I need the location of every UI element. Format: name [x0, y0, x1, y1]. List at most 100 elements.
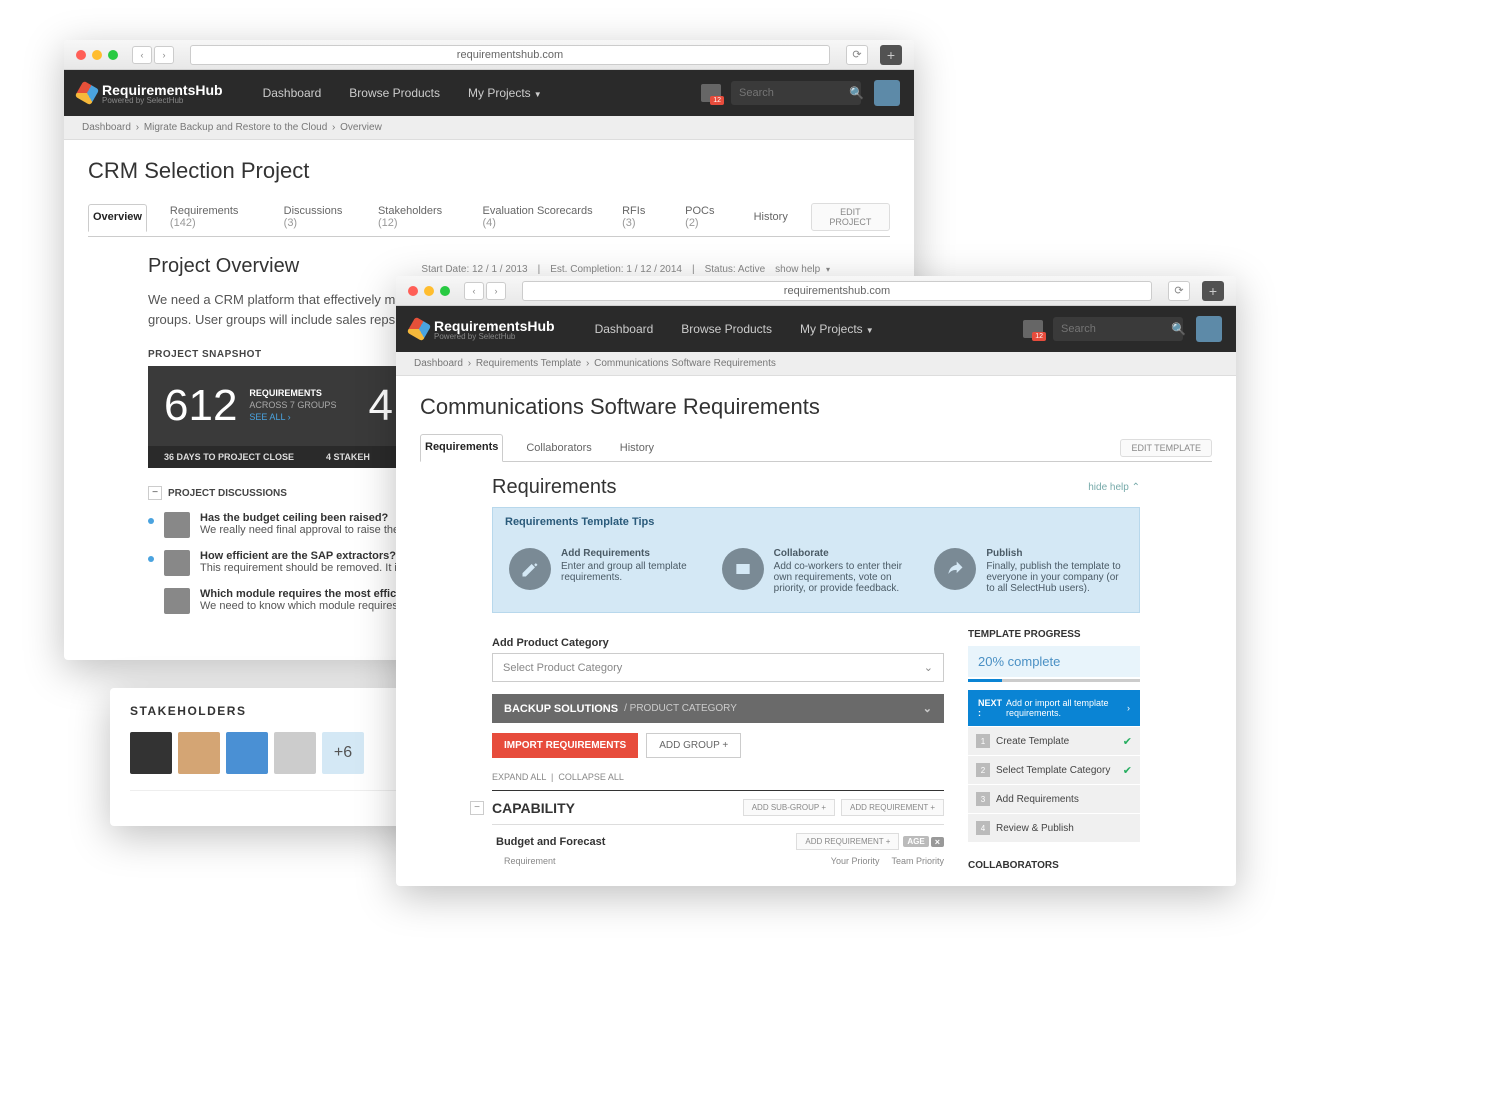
snap-caption-title: REQUIREMENTS — [249, 388, 336, 400]
hide-help-link[interactable]: hide help ⌃ — [1088, 482, 1140, 493]
import-requirements-button[interactable]: IMPORT REQUIREMENTS — [492, 733, 638, 758]
stakeholder-count: 4 STAKEH — [310, 446, 386, 468]
nav-browse[interactable]: Browse Products — [681, 322, 772, 336]
crumb-item[interactable]: Migrate Backup and Restore to the Cloud — [144, 122, 327, 133]
stakeholder-avatar[interactable] — [274, 732, 316, 774]
check-icon: ✔ — [1123, 764, 1132, 777]
nav-dashboard[interactable]: Dashboard — [263, 86, 322, 100]
forward-button[interactable]: › — [154, 46, 174, 64]
progress-step[interactable]: 4Review & Publish — [968, 813, 1140, 842]
progress-step[interactable]: 3Add Requirements — [968, 784, 1140, 813]
add-subgroup-button[interactable]: ADD SUB-GROUP + — [743, 799, 835, 816]
new-tab-button[interactable]: + — [1202, 281, 1224, 301]
add-group-button[interactable]: ADD GROUP + — [646, 733, 741, 758]
progress-step[interactable]: 1Create Template✔ — [968, 726, 1140, 755]
browser-chrome: ‹› requirementshub.com ⟳ + — [396, 276, 1236, 306]
refresh-button[interactable]: ⟳ — [1168, 281, 1190, 301]
category-select[interactable]: Select Product Category⌄ — [492, 653, 944, 682]
tip-title: Collaborate — [774, 548, 911, 559]
notification-badge: 12 — [710, 96, 724, 105]
edit-project-button[interactable]: EDIT PROJECT — [811, 203, 890, 231]
snap-caption-sub: ACROSS 7 GROUPS — [249, 400, 336, 412]
collapse-all-link[interactable]: COLLAPSE ALL — [558, 772, 624, 782]
edit-template-button[interactable]: EDIT TEMPLATE — [1120, 439, 1212, 457]
tab-stakeholders[interactable]: Stakeholders (12) — [373, 198, 460, 237]
stakeholders-title: STAKEHOLDERS — [130, 704, 428, 718]
tab-scorecards[interactable]: Evaluation Scorecards (4) — [478, 198, 600, 237]
share-icon — [934, 548, 976, 590]
tab-rfis[interactable]: RFIs (3) — [617, 198, 662, 237]
search-input[interactable] — [1053, 317, 1183, 341]
chevron-up-icon: ⌃ — [1132, 482, 1140, 493]
logo[interactable]: RequirementsHubPowered by SelectHub — [410, 318, 555, 341]
user-avatar[interactable] — [874, 80, 900, 106]
tab-collaborators[interactable]: Collaborators — [521, 435, 596, 462]
nav-dashboard[interactable]: Dashboard — [595, 322, 654, 336]
progress-step[interactable]: 2Select Template Category✔ — [968, 755, 1140, 784]
back-button[interactable]: ‹ — [464, 282, 484, 300]
collapse-toggle[interactable]: − — [148, 486, 162, 500]
header-nav: Dashboard Browse Products My Projects▼ — [263, 86, 542, 100]
tab-discussions[interactable]: Discussions (3) — [279, 198, 355, 237]
next-step-box[interactable]: NEXT :Add or import all template require… — [968, 690, 1140, 726]
crumb-item[interactable]: Dashboard — [82, 122, 131, 133]
unread-dot-icon — [148, 556, 154, 562]
chevron-down-icon: ▼ — [866, 326, 874, 335]
traffic-lights[interactable] — [408, 286, 450, 296]
collaborators-label: COLLABORATORS — [968, 860, 1140, 871]
days-to-close: 36 DAYS TO PROJECT CLOSE — [148, 446, 310, 468]
nav-projects[interactable]: My Projects▼ — [800, 322, 874, 336]
traffic-lights[interactable] — [76, 50, 118, 60]
tab-requirements[interactable]: Requirements (142) — [165, 198, 261, 237]
window-requirements-template: ‹› requirementshub.com ⟳ + RequirementsH… — [396, 276, 1236, 886]
category-bar[interactable]: BACKUP SOLUTIONS/ PRODUCT CATEGORY⌄ — [492, 694, 944, 723]
remove-icon[interactable]: × — [931, 837, 944, 847]
url-bar[interactable]: requirementshub.com — [190, 45, 830, 65]
header-nav: Dashboard Browse Products My Projects▼ — [595, 322, 874, 336]
tab-pocs[interactable]: POCs (2) — [680, 198, 730, 237]
more-stakeholders[interactable]: +6 — [322, 732, 364, 774]
back-button[interactable]: ‹ — [132, 46, 152, 64]
forward-button[interactable]: › — [486, 282, 506, 300]
crumb-item[interactable]: Requirements Template — [476, 358, 581, 369]
logo[interactable]: RequirementsHubPowered by SelectHub — [78, 82, 223, 105]
add-requirement-button[interactable]: ADD REQUIREMENT + — [796, 833, 899, 850]
edit-icon — [509, 548, 551, 590]
crumb-item[interactable]: Dashboard — [414, 358, 463, 369]
url-bar[interactable]: requirementshub.com — [522, 281, 1152, 301]
new-tab-button[interactable]: + — [880, 45, 902, 65]
stakeholder-avatar[interactable] — [178, 732, 220, 774]
tab-history[interactable]: History — [749, 204, 793, 231]
snap-count-2: 4 — [368, 381, 392, 431]
stakeholder-avatar[interactable] — [130, 732, 172, 774]
crumb-item: Overview — [340, 122, 382, 133]
check-icon: ✔ — [1123, 735, 1132, 748]
requirement-subgroup[interactable]: Budget and Forecast — [496, 836, 605, 848]
refresh-button[interactable]: ⟳ — [846, 45, 868, 65]
requirement-columns: RequirementYour PriorityTeam Priority — [492, 854, 944, 868]
divider — [130, 790, 428, 791]
tab-requirements[interactable]: Requirements — [420, 434, 503, 462]
nav-projects[interactable]: My Projects▼ — [468, 86, 542, 100]
tab-overview[interactable]: Overview — [88, 204, 147, 232]
app-header: RequirementsHubPowered by SelectHub Dash… — [396, 306, 1236, 352]
nav-browse[interactable]: Browse Products — [349, 86, 440, 100]
search-input[interactable] — [731, 81, 861, 105]
see-all-link[interactable]: SEE ALL › — [249, 412, 290, 422]
tip-title: Publish — [986, 548, 1123, 559]
add-category-label: Add Product Category — [492, 637, 944, 649]
browser-chrome: ‹› requirementshub.com ⟳ + — [64, 40, 914, 70]
stakeholder-avatar[interactable] — [226, 732, 268, 774]
collapse-toggle[interactable]: − — [470, 801, 484, 815]
tip-title: Add Requirements — [561, 548, 698, 559]
add-requirement-button[interactable]: ADD REQUIREMENT + — [841, 799, 944, 816]
template-tabs: Requirements Collaborators History EDIT … — [420, 434, 1212, 462]
tab-history[interactable]: History — [615, 435, 659, 462]
expand-all-link[interactable]: EXPAND ALL — [492, 772, 546, 782]
notification-icon[interactable]: 12 — [701, 84, 721, 102]
notification-icon[interactable]: 12 — [1023, 320, 1043, 338]
section-title: Requirements — [492, 476, 617, 499]
show-help-link[interactable]: show help ▾ — [775, 264, 830, 275]
chevron-down-icon: ▾ — [826, 265, 830, 274]
user-avatar[interactable] — [1196, 316, 1222, 342]
